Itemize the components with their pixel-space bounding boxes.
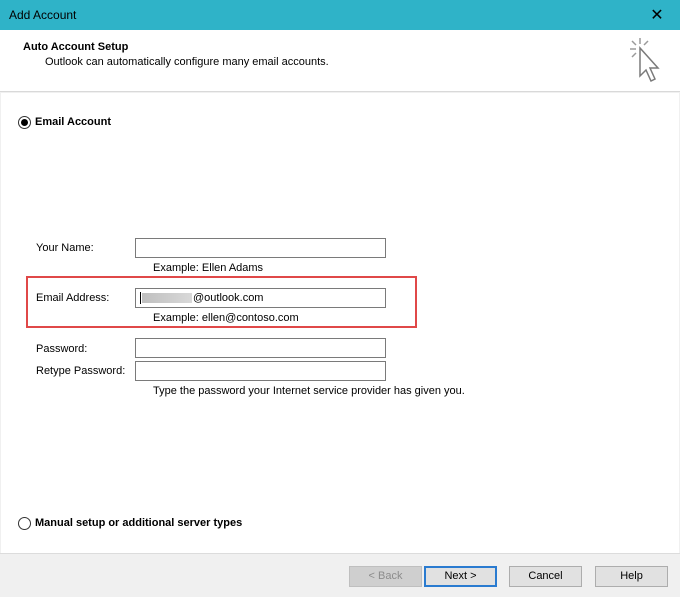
header-title: Auto Account Setup	[23, 41, 129, 53]
your-name-label: Your Name:	[36, 242, 94, 254]
password-label: Password:	[36, 343, 88, 355]
cursor-click-icon	[630, 38, 660, 83]
header-subtitle: Outlook can automatically configure many…	[45, 56, 329, 68]
password-field[interactable]	[135, 338, 386, 358]
email-suffix: @outlook.com	[193, 292, 264, 304]
title-bar: Add Account ✕	[0, 0, 680, 30]
cancel-button[interactable]: Cancel	[509, 566, 582, 587]
wizard-header: Auto Account Setup Outlook can automatic…	[0, 30, 680, 92]
retype-password-field[interactable]	[135, 361, 386, 381]
email-address-field[interactable]: @outlook.com	[135, 288, 386, 308]
email-account-radio[interactable]	[18, 116, 31, 129]
back-button[interactable]: < Back	[349, 566, 422, 587]
retype-password-label: Retype Password:	[36, 365, 126, 377]
your-name-field[interactable]	[135, 238, 386, 258]
password-hint: Type the password your Internet service …	[153, 385, 465, 397]
manual-setup-label[interactable]: Manual setup or additional server types	[35, 517, 242, 529]
redacted-text	[142, 293, 192, 304]
email-account-label[interactable]: Email Account	[35, 116, 111, 128]
next-button[interactable]: Next >	[424, 566, 497, 587]
manual-setup-radio[interactable]	[18, 517, 31, 530]
close-icon[interactable]: ✕	[634, 0, 680, 30]
text-caret	[140, 292, 141, 305]
email-address-label: Email Address:	[36, 292, 110, 304]
email-hint: Example: ellen@contoso.com	[153, 312, 299, 324]
help-button[interactable]: Help	[595, 566, 668, 587]
window-title: Add Account	[9, 8, 77, 22]
your-name-hint: Example: Ellen Adams	[153, 262, 264, 274]
